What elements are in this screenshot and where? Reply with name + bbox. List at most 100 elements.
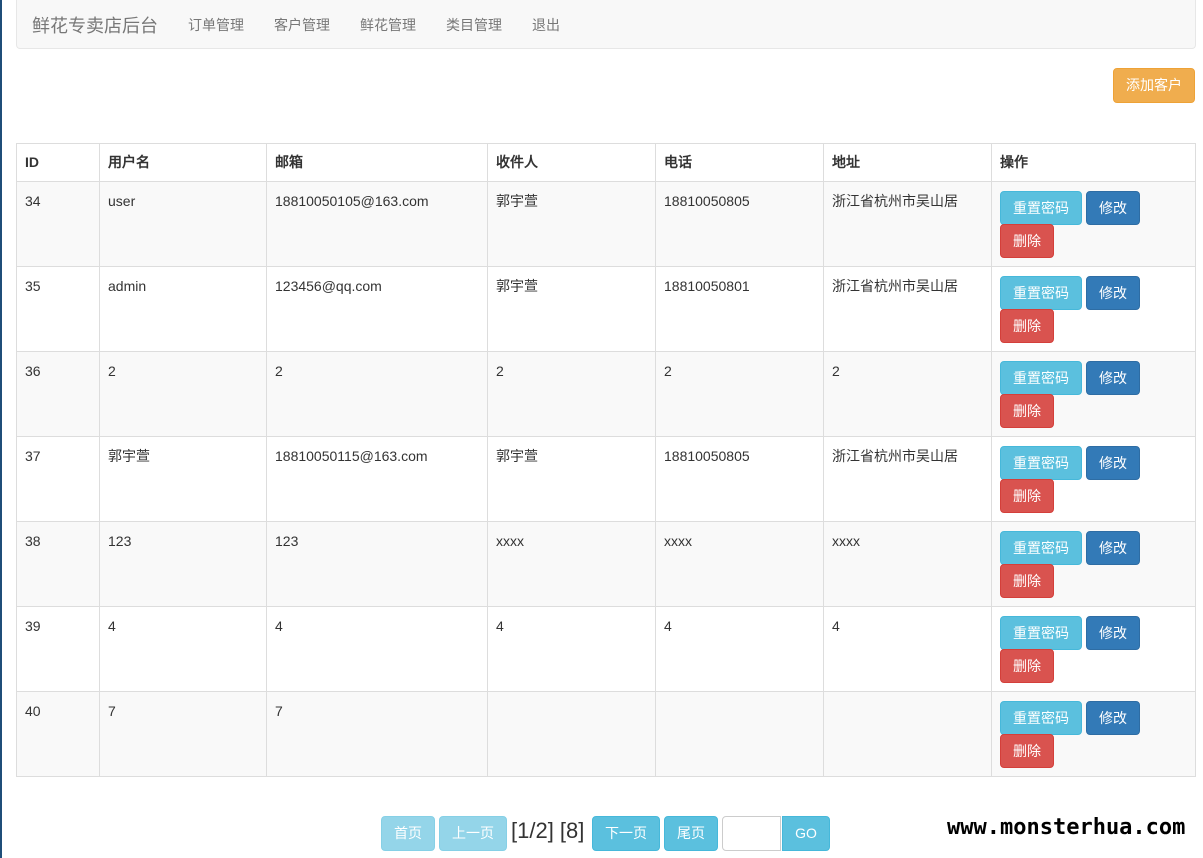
cell-id: 36 [16, 351, 100, 437]
cell-address: 浙江省杭州市吴山居 [823, 436, 992, 522]
row-actions: 重置密码 修改 删除 [1000, 701, 1187, 775]
cell-recipient: 郭宇萱 [487, 181, 656, 267]
nav-link-flowers[interactable]: 鲜花管理 [360, 15, 416, 35]
cell-email: 2 [266, 351, 488, 437]
delete-button[interactable]: 删除 [1000, 479, 1054, 513]
cell-recipient: xxxx [487, 521, 656, 607]
table-row: 36 2 2 2 2 2 重置密码 修改 删除 [16, 351, 1196, 437]
cell-recipient: 4 [487, 606, 656, 692]
table-row: 35 admin 123456@qq.com 郭宇萱 18810050801 浙江省杭州市… [16, 266, 1196, 352]
delete-button[interactable]: 删除 [1000, 564, 1054, 598]
cell-id: 40 [16, 691, 100, 777]
header-address: 地址 [823, 143, 992, 182]
cell-username: 2 [99, 351, 267, 437]
table-row: 38 123 123 xxxx xxxx xxxx 重置密码 修改 删除 [16, 521, 1196, 607]
cell-username: 4 [99, 606, 267, 692]
header-recipient: 收件人 [487, 143, 656, 182]
header-username: 用户名 [99, 143, 267, 182]
cell-actions: 重置密码 修改 删除 [991, 181, 1196, 267]
navbar: 鲜花专卖店后台 订单管理 客户管理 鲜花管理 类目管理 退出 [16, 0, 1196, 49]
cell-recipient: 郭宇萱 [487, 436, 656, 522]
cell-actions: 重置密码 修改 删除 [991, 351, 1196, 437]
edit-button[interactable]: 修改 [1086, 191, 1140, 225]
left-border [0, 0, 2, 858]
watermark: www.monsterhua.com [943, 814, 1203, 858]
cell-email: 4 [266, 606, 488, 692]
nav-link-orders[interactable]: 订单管理 [188, 15, 244, 35]
cell-address [823, 691, 992, 777]
cell-phone: 18810050805 [655, 181, 824, 267]
prev-page-button[interactable]: 上一页 [439, 816, 507, 851]
edit-button[interactable]: 修改 [1086, 616, 1140, 650]
cell-email: 123456@qq.com [266, 266, 488, 352]
edit-button[interactable]: 修改 [1086, 446, 1140, 480]
cell-address: 浙江省杭州市吴山居 [823, 181, 992, 267]
delete-button[interactable]: 删除 [1000, 734, 1054, 768]
cell-address: 浙江省杭州市吴山居 [823, 266, 992, 352]
reset-password-button[interactable]: 重置密码 [1000, 276, 1082, 310]
nav-link-customers[interactable]: 客户管理 [274, 15, 330, 35]
cell-recipient: 2 [487, 351, 656, 437]
row-actions: 重置密码 修改 删除 [1000, 276, 1187, 350]
cell-phone [655, 691, 824, 777]
edit-button[interactable]: 修改 [1086, 531, 1140, 565]
cell-address: 2 [823, 351, 992, 437]
go-button[interactable]: GO [782, 816, 830, 851]
row-actions: 重置密码 修改 删除 [1000, 191, 1187, 265]
header-email: 邮箱 [266, 143, 488, 182]
reset-password-button[interactable]: 重置密码 [1000, 701, 1082, 735]
cell-id: 39 [16, 606, 100, 692]
last-page-button[interactable]: 尾页 [664, 816, 718, 851]
table-row: 34 user 18810050105@163.com 郭宇萱 18810050805 浙… [16, 181, 1196, 267]
delete-button[interactable]: 删除 [1000, 649, 1054, 683]
reset-password-button[interactable]: 重置密码 [1000, 191, 1082, 225]
cell-email: 18810050115@163.com [266, 436, 488, 522]
reset-password-button[interactable]: 重置密码 [1000, 361, 1082, 395]
edit-button[interactable]: 修改 [1086, 701, 1140, 735]
cell-actions: 重置密码 修改 删除 [991, 436, 1196, 522]
cell-username: 123 [99, 521, 267, 607]
header-id: ID [16, 143, 100, 182]
cell-recipient [487, 691, 656, 777]
nav-link-categories[interactable]: 类目管理 [446, 15, 502, 35]
cell-phone: 18810050805 [655, 436, 824, 522]
row-actions: 重置密码 修改 删除 [1000, 446, 1187, 520]
cell-phone: 18810050801 [655, 266, 824, 352]
reset-password-button[interactable]: 重置密码 [1000, 531, 1082, 565]
cell-actions: 重置密码 修改 删除 [991, 606, 1196, 692]
cell-address: xxxx [823, 521, 992, 607]
reset-password-button[interactable]: 重置密码 [1000, 446, 1082, 480]
cell-actions: 重置密码 修改 删除 [991, 691, 1196, 777]
cell-id: 37 [16, 436, 100, 522]
delete-button[interactable]: 删除 [1000, 394, 1054, 428]
next-page-button[interactable]: 下一页 [592, 816, 660, 851]
reset-password-button[interactable]: 重置密码 [1000, 616, 1082, 650]
delete-button[interactable]: 删除 [1000, 309, 1054, 343]
delete-button[interactable]: 删除 [1000, 224, 1054, 258]
page-info: [1/2] [8] [511, 818, 585, 843]
cell-phone: 2 [655, 351, 824, 437]
cell-id: 34 [16, 181, 100, 267]
cell-phone: xxxx [655, 521, 824, 607]
cell-email: 123 [266, 521, 488, 607]
add-customer-button[interactable]: 添加客户 [1113, 68, 1195, 103]
table-row: 39 4 4 4 4 4 重置密码 修改 删除 [16, 606, 1196, 692]
brand-title[interactable]: 鲜花专卖店后台 [32, 12, 158, 38]
edit-button[interactable]: 修改 [1086, 276, 1140, 310]
row-actions: 重置密码 修改 删除 [1000, 531, 1187, 605]
first-page-button[interactable]: 首页 [381, 816, 435, 851]
cell-username: user [99, 181, 267, 267]
cell-email: 7 [266, 691, 488, 777]
header-phone: 电话 [655, 143, 824, 182]
cell-actions: 重置密码 修改 删除 [991, 521, 1196, 607]
page-number-input[interactable] [722, 816, 781, 851]
cell-actions: 重置密码 修改 删除 [991, 266, 1196, 352]
table-row: 40 7 7 重置密码 修改 删除 [16, 691, 1196, 777]
table-row: 37 郭宇萱 18810050115@163.com 郭宇萱 18810050805 浙江… [16, 436, 1196, 522]
cell-id: 38 [16, 521, 100, 607]
edit-button[interactable]: 修改 [1086, 361, 1140, 395]
nav-link-logout[interactable]: 退出 [532, 15, 560, 35]
cell-phone: 4 [655, 606, 824, 692]
row-actions: 重置密码 修改 删除 [1000, 361, 1187, 435]
header-actions: 操作 [991, 143, 1196, 182]
